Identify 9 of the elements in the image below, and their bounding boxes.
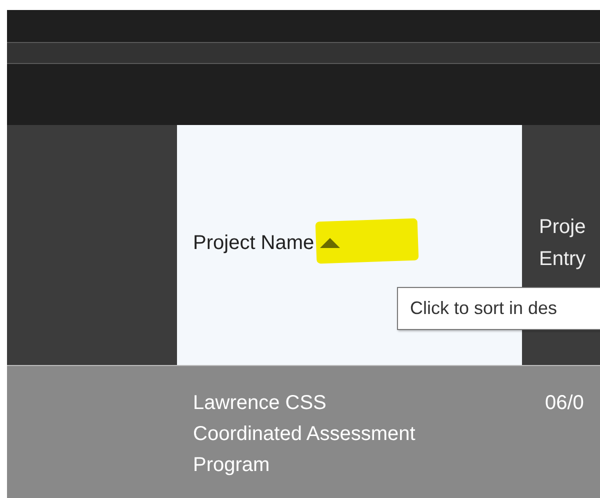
cell-text-line: Program [193, 453, 270, 478]
cell-text-line: 06/0 [545, 391, 584, 416]
cell-text-line: Lawrence CSS [193, 391, 326, 416]
tooltip: Click to sort in des [397, 287, 600, 330]
table-row[interactable]: Lawrence CSS Coordinated Assessment Program 06/0 [7, 365, 600, 498]
column-label: Project Name [193, 230, 314, 256]
column-label: Entry [539, 246, 586, 272]
column-label: Proje [539, 214, 586, 240]
cell-text-line: Coordinated Assessment [193, 422, 416, 447]
